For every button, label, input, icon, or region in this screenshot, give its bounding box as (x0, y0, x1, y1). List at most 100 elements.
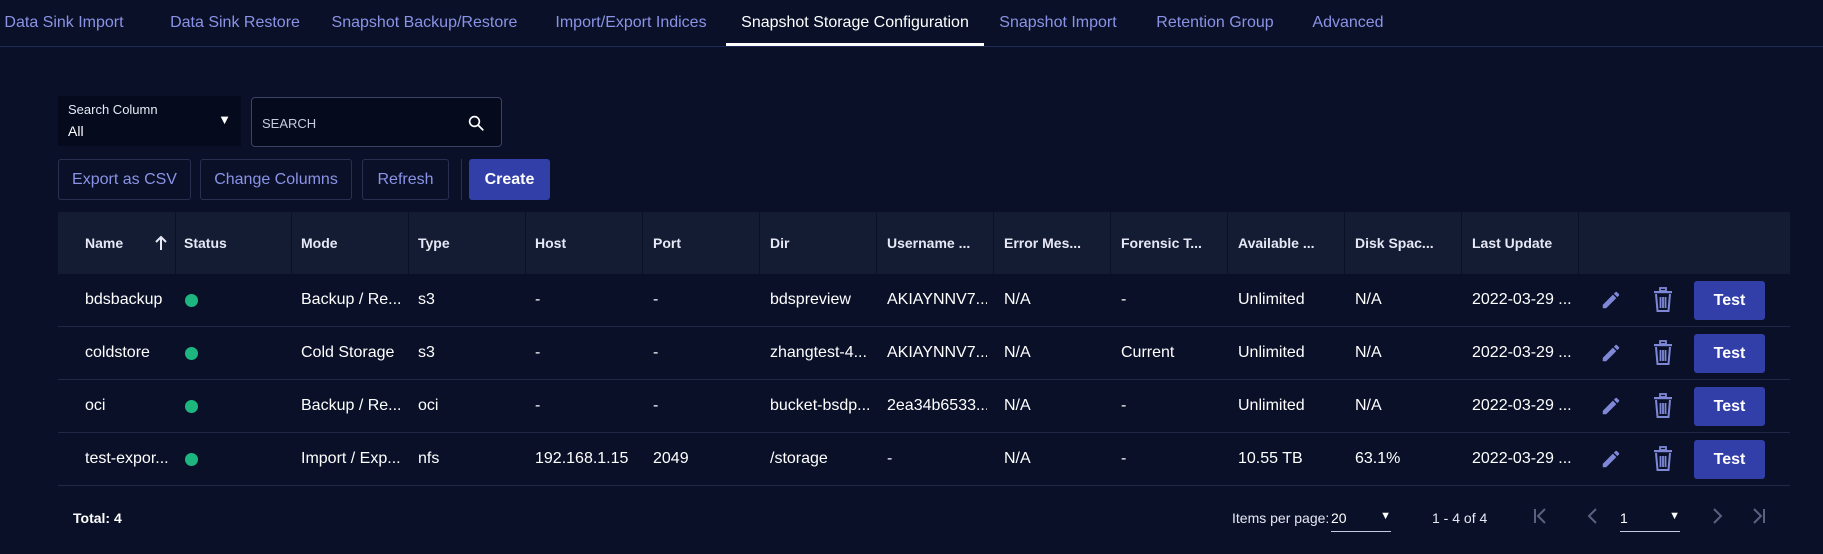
last-page-icon[interactable] (1748, 506, 1768, 526)
cell-username: - (887, 450, 893, 467)
test-button[interactable]: Test (1694, 334, 1765, 373)
cell-port: - (653, 291, 659, 308)
storage-table: Name Status Mode Type Host Port Dir User… (58, 212, 1790, 486)
cell-dir: /storage (770, 450, 828, 467)
delete-icon[interactable] (1652, 340, 1674, 366)
cell-type: nfs (418, 450, 440, 467)
cell-username: AKIAYNNV7... (887, 344, 987, 361)
search-column-select[interactable]: Search Column All ▼ (58, 96, 241, 146)
tab-data-sink-restore[interactable]: Data Sink Restore (161, 0, 309, 45)
sort-ascending-icon[interactable] (154, 235, 168, 251)
column-header-dir[interactable]: Dir (770, 212, 870, 274)
cell-available: Unlimited (1238, 344, 1305, 361)
column-header-status[interactable]: Status (184, 212, 284, 274)
toolbar-divider (461, 159, 462, 200)
status-indicator (185, 294, 198, 307)
column-header-forensic[interactable]: Forensic T... (1121, 212, 1227, 274)
cell-available: Unlimited (1238, 291, 1305, 308)
cell-username: AKIAYNNV7... (887, 291, 987, 308)
column-header-available[interactable]: Available ... (1238, 212, 1344, 274)
cell-forensic: - (1121, 450, 1127, 467)
column-header-port[interactable]: Port (653, 212, 753, 274)
tab-import-export-indices[interactable]: Import/Export Indices (549, 0, 713, 45)
cell-dir: bdspreview (770, 291, 851, 308)
page-select[interactable]: 1 ▼ (1620, 500, 1680, 532)
page-value: 1 (1620, 510, 1628, 526)
cell-last-update: 2022-03-29 ... (1472, 291, 1572, 308)
cell-host: 192.168.1.15 (535, 450, 629, 467)
edit-icon[interactable] (1600, 448, 1622, 470)
table-row[interactable]: coldstore Cold Storage s3 - - zhangtest-4... A… (58, 327, 1790, 380)
next-page-icon[interactable] (1707, 506, 1727, 526)
edit-icon[interactable] (1600, 289, 1622, 311)
table-row[interactable]: oci Backup / Re... oci - - bucket-bsdp... 2ea3… (58, 380, 1790, 433)
status-indicator (185, 400, 198, 413)
items-per-page-select[interactable]: 20 ▼ (1331, 500, 1391, 532)
first-page-icon[interactable] (1531, 506, 1551, 526)
cell-mode: Cold Storage (301, 344, 395, 361)
cell-mode: Backup / Re... (301, 291, 401, 308)
tab-bar: Data Sink Import Data Sink Restore Snaps… (0, 0, 1823, 47)
test-button[interactable]: Test (1694, 281, 1765, 320)
cell-error-message: N/A (1004, 344, 1031, 361)
cell-port: - (653, 344, 659, 361)
column-header-host[interactable]: Host (535, 212, 635, 274)
edit-icon[interactable] (1600, 342, 1622, 364)
tab-advanced[interactable]: Advanced (1307, 0, 1389, 45)
cell-dir: zhangtest-4... (770, 344, 867, 361)
cell-host: - (535, 397, 541, 414)
cell-port: - (653, 397, 659, 414)
column-header-type[interactable]: Type (418, 212, 518, 274)
column-header-error-message[interactable]: Error Mes... (1004, 212, 1104, 274)
cell-last-update: 2022-03-29 ... (1472, 450, 1572, 467)
cell-error-message: N/A (1004, 291, 1031, 308)
tab-snapshot-storage-configuration[interactable]: Snapshot Storage Configuration (726, 0, 984, 46)
tab-snapshot-backup-restore[interactable]: Snapshot Backup/Restore (330, 0, 519, 45)
tab-retention-group[interactable]: Retention Group (1149, 0, 1281, 45)
test-button[interactable]: Test (1694, 387, 1765, 426)
cell-last-update: 2022-03-29 ... (1472, 397, 1572, 414)
export-csv-button[interactable]: Export as CSV (58, 159, 191, 200)
cell-error-message: N/A (1004, 397, 1031, 414)
delete-icon[interactable] (1652, 287, 1674, 313)
cell-mode: Backup / Re... (301, 397, 401, 414)
search-icon[interactable] (467, 114, 485, 132)
column-header-username[interactable]: Username ... (887, 212, 993, 274)
refresh-button[interactable]: Refresh (362, 159, 449, 200)
caret-down-icon: ▼ (1380, 510, 1391, 522)
cell-type: oci (418, 397, 439, 414)
total-count: Total: 4 (73, 510, 122, 526)
cell-name: test-expor... (85, 450, 169, 467)
delete-icon[interactable] (1652, 393, 1674, 419)
create-button[interactable]: Create (469, 159, 550, 200)
delete-icon[interactable] (1652, 446, 1674, 472)
tab-snapshot-import[interactable]: Snapshot Import (996, 0, 1120, 45)
cell-forensic: Current (1121, 344, 1175, 361)
previous-page-icon[interactable] (1583, 506, 1603, 526)
cell-host: - (535, 344, 541, 361)
test-button[interactable]: Test (1694, 440, 1765, 479)
table-body: bdsbackup Backup / Re... s3 - - bdspreview AKI… (58, 274, 1790, 486)
column-header-last-update[interactable]: Last Update (1472, 212, 1578, 274)
search-column-label: Search Column (68, 102, 158, 117)
cell-type: s3 (418, 344, 435, 361)
cell-disk-space: 63.1% (1355, 450, 1401, 467)
status-indicator (185, 453, 198, 466)
cell-username: 2ea34b6533... (887, 397, 987, 414)
column-header-mode[interactable]: Mode (301, 212, 401, 274)
cell-port: 2049 (653, 450, 689, 467)
table-header: Name Status Mode Type Host Port Dir User… (58, 212, 1790, 274)
table-row[interactable]: bdsbackup Backup / Re... s3 - - bdspreview AKI… (58, 274, 1790, 327)
tab-data-sink-import[interactable]: Data Sink Import (0, 0, 128, 45)
cell-host: - (535, 291, 541, 308)
change-columns-button[interactable]: Change Columns (200, 159, 352, 200)
column-header-disk-space[interactable]: Disk Spac... (1355, 212, 1461, 274)
table-row[interactable]: test-expor... Import / Exp... nfs 192.168.1… (58, 433, 1790, 486)
cell-last-update: 2022-03-29 ... (1472, 344, 1572, 361)
table-footer: Total: 4 Items per page: 20 ▼ 1 - 4 of 4… (58, 490, 1790, 546)
items-per-page-value: 20 (1331, 510, 1347, 526)
search-input[interactable] (262, 112, 452, 134)
edit-icon[interactable] (1600, 395, 1622, 417)
cell-error-message: N/A (1004, 450, 1031, 467)
cell-forensic: - (1121, 291, 1127, 308)
